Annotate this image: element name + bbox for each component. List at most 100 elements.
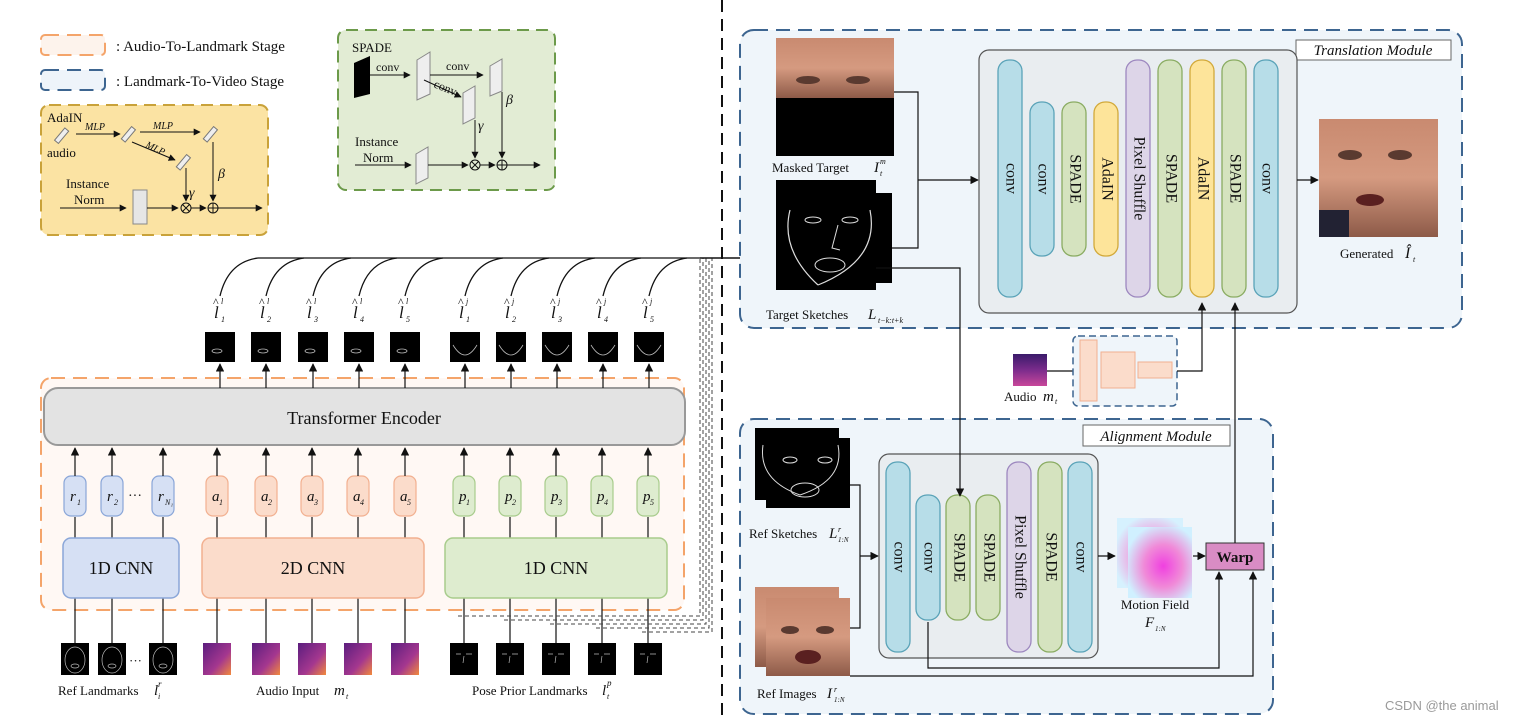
layer-spade: SPADE <box>1061 101 1087 257</box>
legend-blue-swatch <box>40 69 106 91</box>
predicted-landmark <box>450 332 480 362</box>
transformer-label: Transformer Encoder <box>287 408 441 428</box>
svg-text:3: 3 <box>313 498 318 507</box>
predicted-landmark-label: l^ l5 <box>398 295 410 324</box>
svg-text:1: 1 <box>77 498 81 507</box>
predicted-landmark <box>542 332 572 362</box>
svg-text:m: m <box>880 157 886 166</box>
svg-text:l: l <box>602 683 606 699</box>
svg-text:3: 3 <box>557 315 562 324</box>
svg-text:r: r <box>107 489 113 505</box>
adain-block: AdaIN audio MLP MLP MLP β γ Instance Nor… <box>40 104 269 236</box>
layer-conv: conv <box>997 59 1023 298</box>
svg-text:j: j <box>511 297 515 306</box>
svg-text:r: r <box>158 489 164 505</box>
cnn-ref: 1D CNN <box>62 537 180 599</box>
svg-text:j: j <box>557 297 561 306</box>
svg-text:SPADE: SPADE <box>950 533 967 582</box>
legend: : Audio-To-Landmark Stage : Landmark-To-… <box>40 34 285 91</box>
svg-text:^: ^ <box>504 295 510 309</box>
svg-text:5: 5 <box>406 315 410 324</box>
layer-spade: SPADE <box>945 494 971 621</box>
predicted-landmark <box>205 332 235 362</box>
input-audio-caption: Audio Input m t <box>256 683 349 701</box>
motion-field-label: Motion Field <box>1121 597 1190 612</box>
svg-text:N₁: N₁ <box>164 498 173 507</box>
svg-text:m: m <box>334 683 345 699</box>
svg-text:4: 4 <box>360 498 364 507</box>
alignment-module: Alignment Module Ref Sketches L r 1:N Re… <box>739 267 1274 715</box>
svg-text:4: 4 <box>604 498 608 507</box>
ref-sketches-label: Ref Sketches <box>749 526 817 541</box>
input-ref-caption: Ref Landmarks l r i <box>58 679 162 701</box>
svg-text:t−k:t+k: t−k:t+k <box>878 316 903 325</box>
layer-conv: conv <box>915 494 941 621</box>
adain-audio-label: audio <box>47 145 76 160</box>
layer-spade: SPADE <box>1037 461 1063 653</box>
layer-adain: AdaIN <box>1093 101 1119 257</box>
predicted-landmark-label: l^ j2 <box>504 295 516 324</box>
layer-conv: conv <box>1253 59 1279 298</box>
adain-beta: β <box>217 167 225 182</box>
generated-image <box>1319 119 1438 237</box>
svg-text:2: 2 <box>512 315 516 324</box>
svg-text:l: l <box>360 297 363 306</box>
target-sketches-label: Target Sketches <box>766 307 848 322</box>
spade-gamma: γ <box>478 119 484 134</box>
legend-audio-to-landmark: : Audio-To-Landmark Stage <box>116 39 285 55</box>
layer-spade: SPADE <box>1157 59 1183 298</box>
svg-text:^: ^ <box>306 295 312 309</box>
svg-text:L: L <box>867 307 876 323</box>
layer-spade: SPADE <box>1221 59 1247 298</box>
svg-text:l: l <box>314 297 317 306</box>
svg-text:conv: conv <box>1034 163 1051 194</box>
predicted-landmark <box>588 332 618 362</box>
ref-images-label: Ref Images <box>757 686 817 701</box>
layer-adain: AdaIN <box>1189 59 1215 298</box>
layer-pixel-shuffle: Pixel Shuffle <box>1125 59 1151 298</box>
ref-images-image <box>755 587 850 676</box>
svg-text:^: ^ <box>458 295 464 309</box>
pose-landmark-thumb <box>634 643 662 675</box>
svg-text:1: 1 <box>466 315 470 324</box>
audio-label: Audio <box>1004 389 1037 404</box>
svg-text:1:N: 1:N <box>1155 625 1166 633</box>
alignment-module-title: Alignment Module <box>1099 429 1212 445</box>
svg-text:1: 1 <box>219 498 223 507</box>
svg-text:1: 1 <box>221 315 225 324</box>
architecture-diagram: : Audio-To-Landmark Stage : Landmark-To-… <box>40 0 1499 719</box>
layer-conv: conv <box>885 461 911 653</box>
svg-text:AdaIN: AdaIN <box>1098 157 1115 201</box>
predicted-landmark <box>344 332 374 362</box>
svg-text:t: t <box>346 692 349 701</box>
svg-text:r: r <box>158 679 162 689</box>
cnn-pose: 1D CNN <box>444 537 668 599</box>
masked-target-label: Masked Target <box>772 160 849 175</box>
svg-text:conv: conv <box>1002 163 1019 194</box>
svg-text:^: ^ <box>550 295 556 309</box>
svg-text:L: L <box>828 526 837 542</box>
spade-feature-layer <box>416 51 431 101</box>
svg-text:j: j <box>649 297 653 306</box>
mlp-label-1: MLP <box>84 122 105 133</box>
predicted-landmark <box>634 332 664 362</box>
svg-text:I: I <box>826 686 833 702</box>
adain-norm-line2: Norm <box>74 192 104 207</box>
mlp-label-2: MLP <box>152 121 173 132</box>
predicted-landmark-label: l^ j5 <box>642 295 654 324</box>
audio-spectrogram-thumb <box>203 643 231 675</box>
svg-text:Pixel Shuffle: Pixel Shuffle <box>1130 137 1147 221</box>
svg-text:5: 5 <box>650 315 654 324</box>
audio-spectrogram-thumb <box>252 643 280 675</box>
svg-text:Pixel Shuffle: Pixel Shuffle <box>1011 515 1028 599</box>
predicted-landmark <box>496 332 526 362</box>
svg-text:l: l <box>406 297 409 306</box>
svg-text:^: ^ <box>642 295 648 309</box>
svg-text:r: r <box>70 489 76 505</box>
cnn-audio: 2D CNN <box>201 537 425 599</box>
svg-text:^: ^ <box>398 295 404 309</box>
svg-text:SPADE: SPADE <box>1066 154 1083 203</box>
pose-landmark-thumb <box>450 643 478 675</box>
spade-conv-1: conv <box>376 60 399 74</box>
spade-beta-layer <box>489 58 503 97</box>
